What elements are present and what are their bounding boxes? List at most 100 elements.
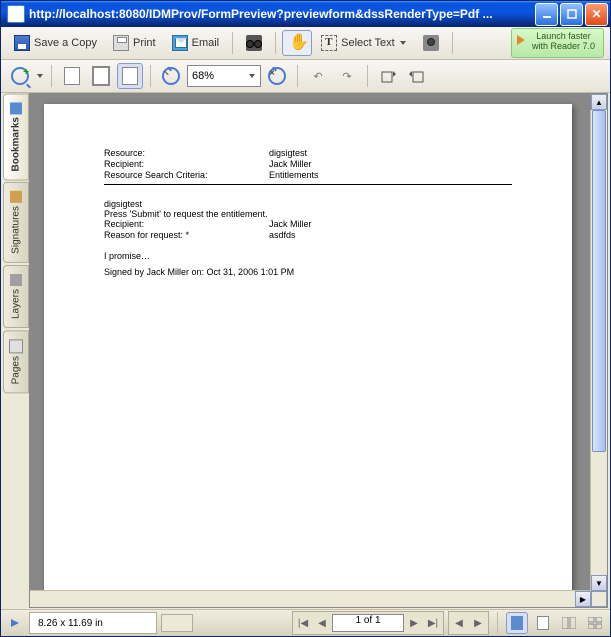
divider	[104, 184, 512, 185]
binoculars-icon	[246, 35, 262, 51]
cont-facing-icon	[588, 617, 602, 629]
search-button[interactable]	[239, 30, 269, 56]
resource-label: Resource:	[104, 148, 269, 158]
launch-line2: with Reader 7.0	[532, 41, 595, 51]
zoom-out-button[interactable]	[158, 63, 184, 89]
app-icon	[7, 5, 25, 23]
hand-tool-button[interactable]: ✋	[282, 30, 312, 56]
doc-title: digsigtest	[104, 199, 512, 209]
printer-icon	[113, 35, 129, 51]
vertical-scrollbar[interactable]	[590, 110, 607, 591]
zoom-in-button[interactable]	[264, 63, 290, 89]
zoom-toolbar: + 68% ↶ ↷	[1, 60, 610, 93]
forward-button[interactable]: ▶	[469, 614, 487, 632]
zoom-select[interactable]: 68%	[187, 65, 261, 87]
title-bar: http://localhost:8080/IDMProv/FormPrevie…	[1, 1, 610, 27]
snapshot-button[interactable]	[416, 30, 446, 56]
prev-page-button[interactable]: ◀	[313, 614, 331, 632]
main-toolbar: Save a Copy Print Email ✋ Select Text	[1, 27, 610, 60]
signature-icon	[10, 191, 22, 203]
tab-layers[interactable]: Layers	[3, 265, 29, 328]
minimize-button[interactable]	[535, 3, 558, 26]
mail-icon	[172, 35, 188, 51]
tab-layers-label: Layers	[11, 289, 22, 319]
single-page-view-button[interactable]	[506, 612, 528, 634]
fit-width-button[interactable]	[117, 63, 143, 89]
launch-line1: Launch faster	[532, 31, 595, 41]
pages-icon	[9, 339, 23, 353]
select-text-label: Select Text	[341, 37, 395, 49]
maximize-button[interactable]	[560, 3, 583, 26]
facing-view-button[interactable]	[558, 612, 580, 634]
single-page-button[interactable]	[59, 63, 85, 89]
print-button[interactable]: Print	[106, 30, 163, 56]
select-text-button[interactable]: Select Text	[314, 30, 414, 56]
camera-icon	[423, 35, 439, 51]
rotate-cw-icon	[379, 67, 397, 85]
horizontal-scrollbar[interactable]	[30, 590, 591, 607]
page-fit-icon	[92, 66, 110, 86]
back-button[interactable]: ◀	[450, 614, 468, 632]
launch-faster-button[interactable]: Launch faster with Reader 7.0	[511, 28, 604, 58]
tab-bookmarks[interactable]: Bookmarks	[3, 93, 29, 180]
pdf-page: Resource:digsigtest Recipient:Jack Mille…	[44, 104, 572, 608]
recipient2-value: Jack Miller	[269, 219, 512, 229]
scroll-thumb[interactable]	[592, 110, 606, 452]
promise-text: I promise…	[104, 251, 512, 261]
redo-icon: ↷	[342, 70, 351, 83]
hand-icon: ✋	[289, 35, 305, 51]
scroll-right-button[interactable]: ▶	[575, 591, 591, 607]
tab-pages-label: Pages	[11, 356, 22, 384]
continuous-view-button[interactable]	[532, 612, 554, 634]
tab-signatures-label: Signatures	[11, 206, 22, 254]
status-scroll-left[interactable]	[161, 614, 193, 632]
next-page-button[interactable]: ▶	[405, 614, 423, 632]
zoom-tool-button[interactable]: +	[7, 63, 33, 89]
save-label: Save a Copy	[34, 37, 97, 49]
chevron-down-icon	[399, 41, 407, 45]
magnifier-icon: +	[11, 67, 29, 85]
tab-bookmarks-label: Bookmarks	[11, 117, 22, 171]
rotate-cw-button[interactable]	[375, 63, 401, 89]
scroll-corner	[591, 591, 607, 607]
fit-page-button[interactable]	[88, 63, 114, 89]
email-button[interactable]: Email	[165, 30, 227, 56]
zoom-in-icon	[268, 67, 286, 85]
tab-signatures[interactable]: Signatures	[3, 182, 29, 263]
page-dimensions: 8.26 x 11.69 in	[29, 612, 157, 634]
chevron-down-icon[interactable]	[36, 74, 44, 78]
close-button[interactable]: ✕	[585, 3, 608, 26]
chevron-down-icon	[248, 74, 256, 78]
scroll-up-button[interactable]: ▲	[591, 94, 607, 110]
history-navigator: ◀ ▶	[448, 611, 489, 635]
last-page-button[interactable]: ▶|	[424, 614, 442, 632]
page-icon	[64, 67, 80, 85]
first-page-button[interactable]: |◀	[294, 614, 312, 632]
email-label: Email	[192, 37, 220, 49]
page-navigator: |◀ ◀ 1 of 1 ▶ ▶|	[292, 611, 444, 635]
redo-button[interactable]: ↷	[334, 63, 360, 89]
window-title: http://localhost:8080/IDMProv/FormPrevie…	[29, 7, 535, 21]
zoom-value: 68%	[192, 70, 214, 82]
signed-text: Signed by Jack Miller on: Oct 31, 2006 1…	[104, 267, 512, 277]
resource-value: digsigtest	[269, 148, 512, 158]
scroll-down-button[interactable]: ▼	[591, 575, 607, 591]
page-input[interactable]: 1 of 1	[332, 614, 404, 632]
bookmark-icon	[10, 102, 22, 114]
tab-pages[interactable]: Pages	[3, 330, 29, 393]
rotate-ccw-button[interactable]	[404, 63, 430, 89]
continuous-icon	[537, 616, 549, 630]
status-bar: 8.26 x 11.69 in |◀ ◀ 1 of 1 ▶ ▶| ◀ ▶	[1, 609, 610, 636]
reason-label: Reason for request: *	[104, 230, 269, 240]
document-viewport[interactable]: Resource:digsigtest Recipient:Jack Mille…	[29, 93, 608, 608]
nav-pane-button[interactable]	[5, 613, 25, 633]
arrow-right-icon	[9, 617, 21, 629]
layers-icon	[10, 274, 22, 286]
undo-button[interactable]: ↶	[305, 63, 331, 89]
undo-icon: ↶	[313, 70, 322, 83]
reason-value: asdfds	[269, 230, 512, 240]
save-copy-button[interactable]: Save a Copy	[7, 30, 104, 56]
recipient2-label: Recipient:	[104, 219, 269, 229]
continuous-facing-button[interactable]	[584, 612, 606, 634]
search-criteria-label: Resource Search Criteria:	[104, 170, 269, 180]
